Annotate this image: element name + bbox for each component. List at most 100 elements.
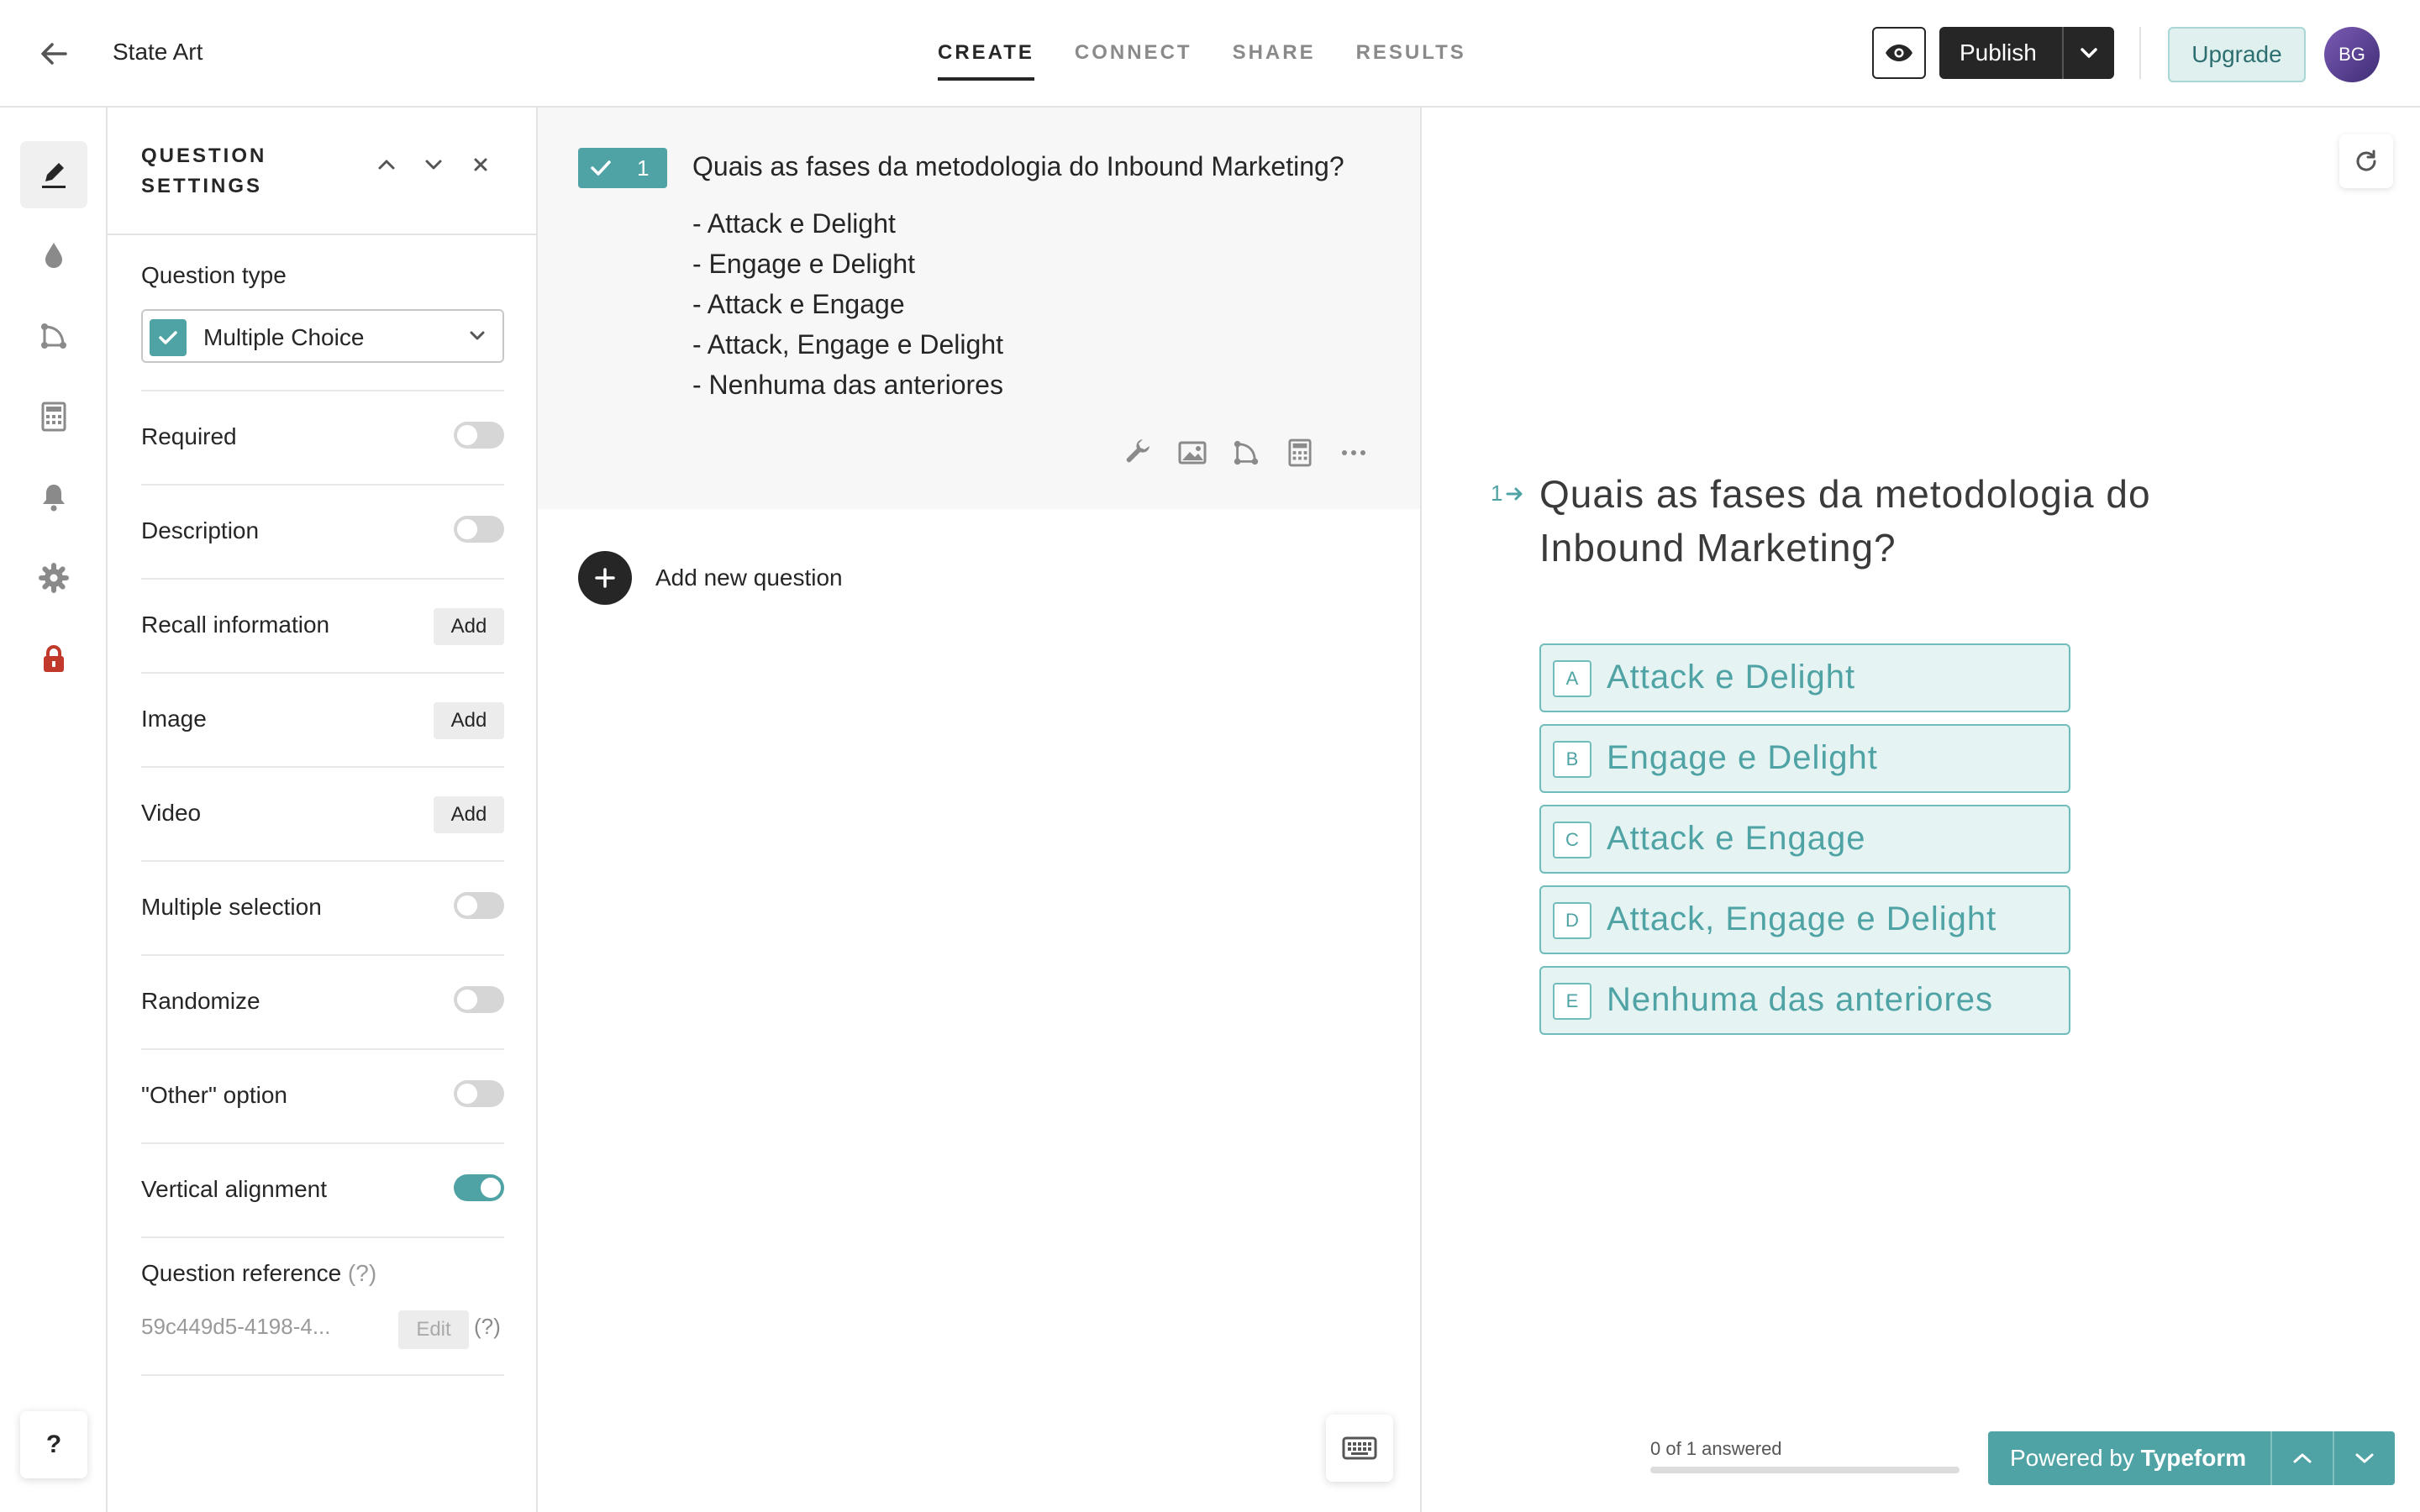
back-arrow-icon[interactable] bbox=[37, 37, 71, 71]
checkmark-icon bbox=[591, 160, 611, 176]
choice-option-a[interactable]: A Attack e Delight bbox=[1539, 643, 2070, 712]
image-icon[interactable] bbox=[1176, 437, 1208, 469]
question-reference-label: Question reference (?) bbox=[141, 1260, 376, 1287]
sidebar-item-calculator[interactable] bbox=[20, 383, 87, 450]
help-button[interactable]: ? bbox=[20, 1411, 87, 1478]
choice-key: D bbox=[1553, 902, 1591, 939]
publish-group: Publish bbox=[1939, 27, 2114, 79]
preview-button[interactable] bbox=[1872, 27, 1926, 79]
arrow-right-icon bbox=[1506, 487, 1523, 500]
keyboard-shortcuts-button[interactable] bbox=[1326, 1415, 1393, 1482]
calculator-icon[interactable] bbox=[1284, 437, 1316, 469]
list-item: - Nenhuma das anteriores bbox=[692, 370, 1003, 400]
eye-icon bbox=[1886, 45, 1912, 61]
tab-results[interactable]: RESULTS bbox=[1356, 0, 1466, 108]
setting-video: Video Add bbox=[141, 766, 504, 860]
settings-title: QUESTION SETTINGS bbox=[141, 144, 267, 197]
main-tabs: CREATE CONNECT SHARE RESULTS bbox=[938, 0, 1466, 108]
other-option-toggle[interactable] bbox=[454, 1080, 504, 1107]
randomize-toggle[interactable] bbox=[454, 986, 504, 1013]
preview-question-number: 1 bbox=[1491, 480, 1524, 507]
refresh-preview-button[interactable] bbox=[2339, 134, 2393, 188]
tab-share[interactable]: SHARE bbox=[1233, 0, 1316, 108]
preview-number-text: 1 bbox=[1491, 480, 1503, 506]
sidebar-item-settings[interactable] bbox=[20, 544, 87, 612]
chevron-up-icon[interactable] bbox=[370, 148, 403, 181]
question-number: 1 bbox=[637, 155, 650, 181]
form-title[interactable]: State Art bbox=[113, 39, 203, 66]
choice-option-e[interactable]: E Nenhuma das anteriores bbox=[1539, 966, 2070, 1035]
image-add-button[interactable]: Add bbox=[434, 702, 504, 739]
more-options-icon[interactable] bbox=[1338, 437, 1370, 469]
required-toggle[interactable] bbox=[454, 422, 504, 449]
calculator-icon bbox=[41, 402, 66, 432]
next-question-button[interactable] bbox=[2333, 1431, 2395, 1485]
add-question-label: Add new question bbox=[655, 564, 843, 591]
progress-bar bbox=[1650, 1467, 1960, 1473]
avatar[interactable]: BG bbox=[2324, 27, 2380, 82]
setting-label: Description bbox=[141, 517, 260, 543]
sidebar-item-access[interactable] bbox=[20, 625, 87, 692]
setting-label: Multiple selection bbox=[141, 894, 322, 920]
question-reference-hint[interactable]: (?) bbox=[348, 1260, 376, 1286]
tab-create[interactable]: CREATE bbox=[938, 0, 1034, 108]
vertical-alignment-toggle[interactable] bbox=[454, 1174, 504, 1201]
list-item: - Attack e Engage bbox=[692, 289, 905, 319]
recall-add-button[interactable]: Add bbox=[434, 608, 504, 645]
video-add-button[interactable]: Add bbox=[434, 796, 504, 833]
bell-icon bbox=[43, 485, 65, 512]
choice-label: Nenhuma das anteriores bbox=[1607, 981, 1994, 1018]
plus-icon bbox=[578, 551, 632, 605]
chevron-down-icon bbox=[2355, 1453, 2374, 1463]
wrench-icon[interactable] bbox=[1123, 437, 1155, 469]
question-description[interactable]: - Attack e Delight - Engage e Delight - … bbox=[692, 203, 1003, 405]
close-icon[interactable] bbox=[464, 148, 497, 181]
choice-option-d[interactable]: D Attack, Engage e Delight bbox=[1539, 885, 2070, 954]
choice-label: Engage e Delight bbox=[1607, 739, 1878, 776]
question-number-badge[interactable]: 1 bbox=[578, 148, 667, 188]
question-reference-value: 59c449d5-4198-4... bbox=[141, 1314, 331, 1339]
publish-options-button[interactable] bbox=[2061, 27, 2114, 79]
setting-required: Required bbox=[141, 390, 504, 484]
chevron-down-icon bbox=[2081, 48, 2097, 58]
list-item: - Engage e Delight bbox=[692, 249, 916, 279]
publish-button[interactable]: Publish bbox=[1939, 27, 2062, 79]
choice-option-c[interactable]: C Attack e Engage bbox=[1539, 805, 2070, 874]
choice-label: Attack e Engage bbox=[1607, 820, 1866, 857]
lock-icon bbox=[44, 645, 64, 672]
powered-by-link[interactable]: Powered by Typeform bbox=[1988, 1431, 2270, 1485]
powered-by-bar: Powered by Typeform bbox=[1988, 1431, 2395, 1485]
form-preview: 1 Quais as fases da metodologia do Inbou… bbox=[1422, 108, 2420, 1512]
reference-help-link[interactable]: (?) bbox=[474, 1314, 501, 1340]
choice-option-b[interactable]: B Engage e Delight bbox=[1539, 724, 2070, 793]
tab-connect[interactable]: CONNECT bbox=[1075, 0, 1192, 108]
sidebar-item-notifications[interactable] bbox=[20, 464, 87, 531]
previous-question-button[interactable] bbox=[2270, 1431, 2333, 1485]
setting-vertical-alignment: Vertical alignment bbox=[141, 1142, 504, 1236]
upgrade-button[interactable]: Upgrade bbox=[2168, 27, 2306, 82]
list-item: - Attack, Engage e Delight bbox=[692, 329, 1003, 360]
header-divider bbox=[2139, 27, 2141, 79]
logic-icon[interactable] bbox=[1230, 437, 1262, 469]
top-bar: State Art CREATE CONNECT SHARE RESULTS P… bbox=[0, 0, 2420, 108]
refresh-icon bbox=[2356, 150, 2376, 171]
add-question-button[interactable]: Add new question bbox=[578, 551, 843, 605]
setting-label: "Other" option bbox=[141, 1082, 287, 1108]
multiple-selection-toggle[interactable] bbox=[454, 892, 504, 919]
reference-edit-button[interactable]: Edit bbox=[398, 1310, 469, 1349]
description-toggle[interactable] bbox=[454, 516, 504, 543]
choice-key: A bbox=[1553, 660, 1591, 697]
question-type-select[interactable]: Multiple Choice bbox=[141, 309, 504, 363]
question-type-label: Question type bbox=[141, 262, 287, 288]
question-settings-panel: QUESTION SETTINGS Question type Multiple… bbox=[108, 108, 538, 1512]
chevron-down-icon[interactable] bbox=[417, 148, 450, 181]
choice-label: Attack, Engage e Delight bbox=[1607, 900, 1997, 937]
sidebar-item-design[interactable] bbox=[20, 222, 87, 289]
question-card[interactable]: 1 Quais as fases da metodologia do Inbou… bbox=[538, 108, 1420, 509]
chevron-up-icon bbox=[2293, 1453, 2312, 1463]
preview-question-title: Quais as fases da metodologia do Inbound… bbox=[1539, 472, 2151, 570]
sidebar-item-content[interactable] bbox=[20, 141, 87, 208]
question-title[interactable]: Quais as fases da metodologia do Inbound… bbox=[692, 151, 1344, 182]
sidebar-item-logic[interactable] bbox=[20, 302, 87, 370]
list-item: - Attack e Delight bbox=[692, 208, 896, 239]
